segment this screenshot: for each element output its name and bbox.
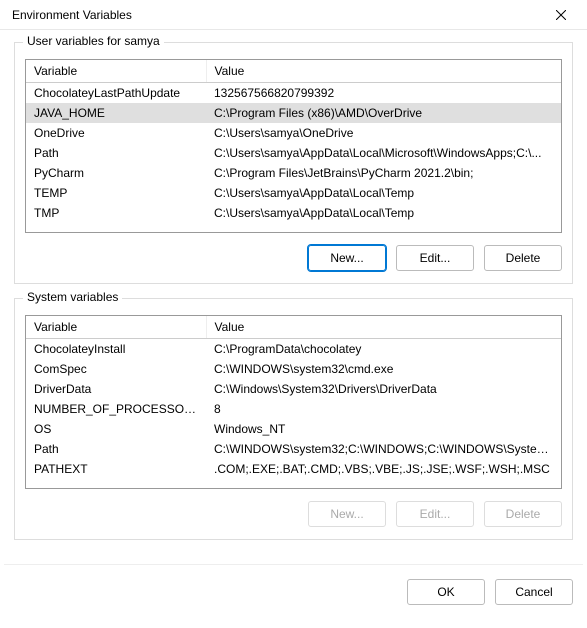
user-variables-table: Variable Value ChocolateyLastPathUpdate1… — [26, 60, 561, 223]
system-col-variable[interactable]: Variable — [26, 316, 206, 339]
value-cell: C:\WINDOWS\system32\cmd.exe — [206, 359, 561, 379]
system-button-row: New... Edit... Delete — [25, 501, 562, 527]
system-group-title: System variables — [23, 290, 122, 304]
value-cell: C:\ProgramData\chocolatey — [206, 339, 561, 360]
variable-cell: ChocolateyInstall — [26, 339, 206, 360]
system-variables-table: Variable Value ChocolateyInstallC:\Progr… — [26, 316, 561, 479]
value-cell: C:\Program Files\JetBrains\PyCharm 2021.… — [206, 163, 561, 183]
user-col-value[interactable]: Value — [206, 60, 561, 83]
variable-cell: TEMP — [26, 183, 206, 203]
system-table-wrap: Variable Value ChocolateyInstallC:\Progr… — [25, 315, 562, 489]
table-row[interactable]: ChocolateyLastPathUpdate1325675668207993… — [26, 83, 561, 104]
system-table-scroll[interactable]: Variable Value ChocolateyInstallC:\Progr… — [26, 316, 561, 488]
value-cell: C:\Users\samya\AppData\Local\Temp — [206, 203, 561, 223]
value-cell: C:\WINDOWS\system32;C:\WINDOWS;C:\WINDOW… — [206, 439, 561, 459]
user-new-button[interactable]: New... — [308, 245, 386, 271]
close-button[interactable] — [543, 0, 579, 30]
separator — [4, 564, 583, 565]
table-row[interactable]: NUMBER_OF_PROCESSORS8 — [26, 399, 561, 419]
dialog-content: User variables for samya Variable Value … — [0, 30, 587, 564]
variable-cell: Path — [26, 143, 206, 163]
user-group-title: User variables for samya — [23, 34, 164, 48]
titlebar: Environment Variables — [0, 0, 587, 30]
user-variables-group: User variables for samya Variable Value … — [14, 42, 573, 284]
table-row[interactable]: JAVA_HOMEC:\Program Files (x86)\AMD\Over… — [26, 103, 561, 123]
user-table-wrap: Variable Value ChocolateyLastPathUpdate1… — [25, 59, 562, 233]
table-row[interactable]: PyCharmC:\Program Files\JetBrains\PyChar… — [26, 163, 561, 183]
variable-cell: OneDrive — [26, 123, 206, 143]
variable-cell: NUMBER_OF_PROCESSORS — [26, 399, 206, 419]
variable-cell: ComSpec — [26, 359, 206, 379]
system-edit-button[interactable]: Edit... — [396, 501, 474, 527]
table-row[interactable]: OneDriveC:\Users\samya\OneDrive — [26, 123, 561, 143]
variable-cell: PATHEXT — [26, 459, 206, 479]
table-row[interactable]: OSWindows_NT — [26, 419, 561, 439]
system-delete-button[interactable]: Delete — [484, 501, 562, 527]
close-icon — [556, 10, 566, 20]
value-cell: C:\Program Files (x86)\AMD\OverDrive — [206, 103, 561, 123]
table-row[interactable]: ComSpecC:\WINDOWS\system32\cmd.exe — [26, 359, 561, 379]
dialog-button-row: OK Cancel — [0, 579, 587, 619]
system-variables-group: System variables Variable Value Chocolat… — [14, 298, 573, 540]
value-cell: 8 — [206, 399, 561, 419]
table-row[interactable]: PathC:\Users\samya\AppData\Local\Microso… — [26, 143, 561, 163]
dialog-title: Environment Variables — [12, 8, 132, 22]
value-cell: C:\Users\samya\AppData\Local\Microsoft\W… — [206, 143, 561, 163]
value-cell: .COM;.EXE;.BAT;.CMD;.VBS;.VBE;.JS;.JSE;.… — [206, 459, 561, 479]
user-col-variable[interactable]: Variable — [26, 60, 206, 83]
variable-cell: DriverData — [26, 379, 206, 399]
table-row[interactable]: DriverDataC:\Windows\System32\Drivers\Dr… — [26, 379, 561, 399]
variable-cell: Path — [26, 439, 206, 459]
value-cell: C:\Windows\System32\Drivers\DriverData — [206, 379, 561, 399]
table-row[interactable]: PATHEXT.COM;.EXE;.BAT;.CMD;.VBS;.VBE;.JS… — [26, 459, 561, 479]
value-cell: C:\Users\samya\OneDrive — [206, 123, 561, 143]
user-delete-button[interactable]: Delete — [484, 245, 562, 271]
system-new-button[interactable]: New... — [308, 501, 386, 527]
value-cell: 132567566820799392 — [206, 83, 561, 104]
system-col-value[interactable]: Value — [206, 316, 561, 339]
variable-cell: PyCharm — [26, 163, 206, 183]
user-button-row: New... Edit... Delete — [25, 245, 562, 271]
variable-cell: ChocolateyLastPathUpdate — [26, 83, 206, 104]
variable-cell: TMP — [26, 203, 206, 223]
variable-cell: JAVA_HOME — [26, 103, 206, 123]
table-row[interactable]: TEMPC:\Users\samya\AppData\Local\Temp — [26, 183, 561, 203]
table-row[interactable]: TMPC:\Users\samya\AppData\Local\Temp — [26, 203, 561, 223]
cancel-button[interactable]: Cancel — [495, 579, 573, 605]
value-cell: C:\Users\samya\AppData\Local\Temp — [206, 183, 561, 203]
table-row[interactable]: ChocolateyInstallC:\ProgramData\chocolat… — [26, 339, 561, 360]
ok-button[interactable]: OK — [407, 579, 485, 605]
user-edit-button[interactable]: Edit... — [396, 245, 474, 271]
user-table-scroll[interactable]: Variable Value ChocolateyLastPathUpdate1… — [26, 60, 561, 232]
table-row[interactable]: PathC:\WINDOWS\system32;C:\WINDOWS;C:\WI… — [26, 439, 561, 459]
variable-cell: OS — [26, 419, 206, 439]
value-cell: Windows_NT — [206, 419, 561, 439]
